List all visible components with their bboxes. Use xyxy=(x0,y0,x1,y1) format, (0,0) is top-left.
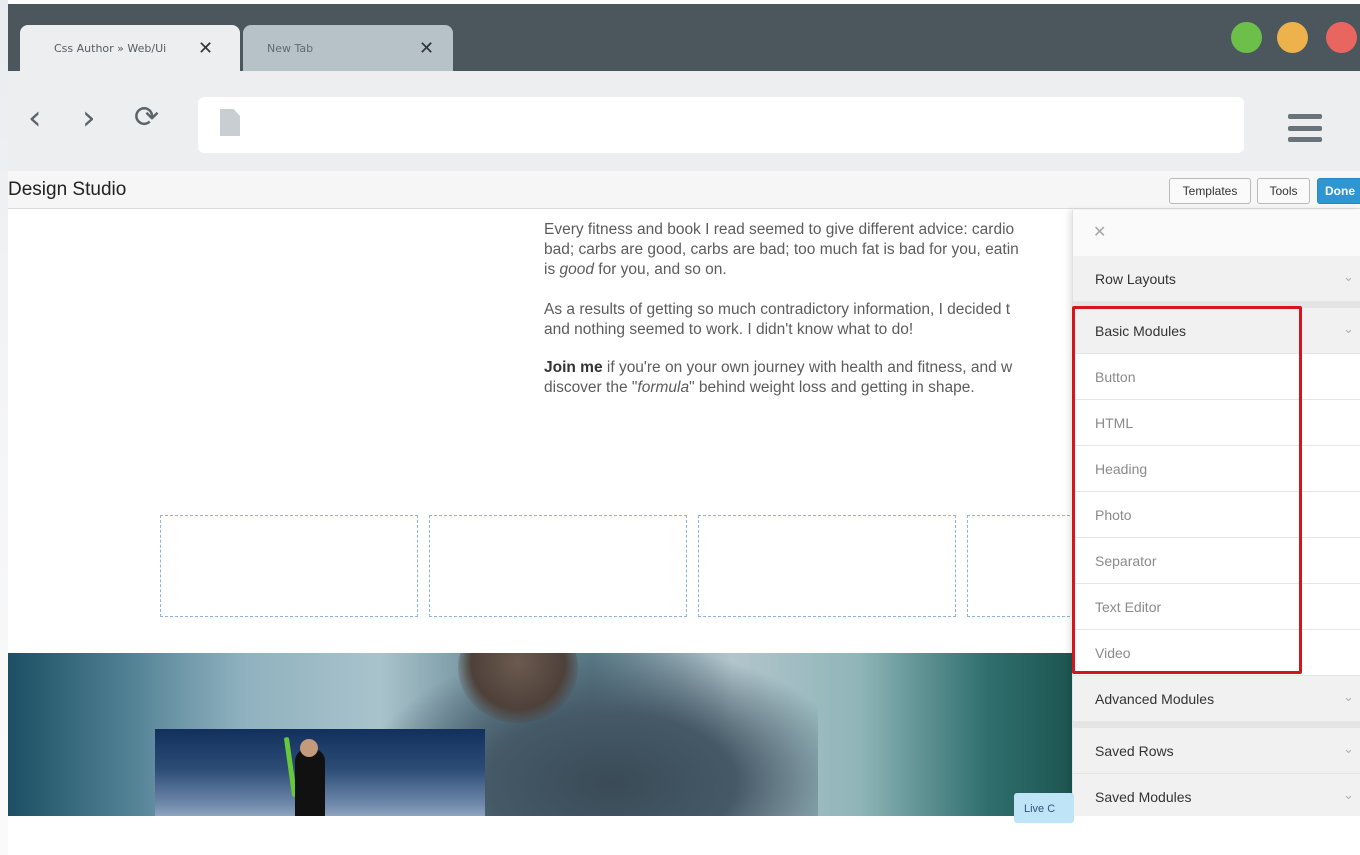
module-text-editor[interactable]: Text Editor xyxy=(1073,584,1360,630)
inset-photo xyxy=(155,729,485,816)
text-line: and nothing seemed to work. I didn't kno… xyxy=(544,321,914,338)
module-html[interactable]: HTML xyxy=(1073,400,1360,446)
templates-button[interactable]: Templates xyxy=(1169,178,1251,204)
back-icon[interactable]: ‹ xyxy=(28,98,42,138)
advanced-modules-header[interactable]: Advanced Modules ⌄ xyxy=(1073,676,1360,722)
row-layouts-header[interactable]: Row Layouts ⌄ xyxy=(1073,256,1360,302)
design-studio-bar: Design Studio Templates Tools Done xyxy=(8,171,1360,209)
close-window-button[interactable] xyxy=(1326,22,1357,53)
tab-css-author[interactable]: Css Author » Web/Ui ✕ xyxy=(20,25,240,71)
figure-head xyxy=(300,739,318,757)
paragraph: Every fitness and book I read seemed to … xyxy=(544,220,1072,280)
section-label: Row Layouts xyxy=(1095,271,1176,287)
module-label: Heading xyxy=(1095,461,1148,477)
menu-icon[interactable] xyxy=(1288,114,1322,142)
module-photo[interactable]: Photo xyxy=(1073,492,1360,538)
column-drop-zone[interactable] xyxy=(967,515,1072,617)
backdrop xyxy=(0,0,8,855)
module-label: Video xyxy=(1095,645,1131,661)
basic-modules-header[interactable]: Basic Modules ⌄ xyxy=(1073,308,1360,354)
title-bar: Css Author » Web/Ui ✕ New Tab ✕ xyxy=(8,4,1360,71)
chevron-down-icon: ⌄ xyxy=(1343,322,1354,337)
section-label: Advanced Modules xyxy=(1095,691,1215,707)
close-icon[interactable]: ✕ xyxy=(198,38,213,59)
module-label: Text Editor xyxy=(1095,599,1162,615)
chevron-down-icon: ⌄ xyxy=(1343,742,1354,757)
page-title: Design Studio xyxy=(8,179,127,200)
module-separator[interactable]: Separator xyxy=(1073,538,1360,584)
done-button[interactable]: Done xyxy=(1317,178,1360,204)
minimize-button[interactable] xyxy=(1277,22,1308,53)
text-line: As a results of getting so much contradi… xyxy=(544,301,1011,318)
address-bar[interactable] xyxy=(198,97,1244,153)
module-label: Separator xyxy=(1095,553,1157,569)
close-icon[interactable]: ✕ xyxy=(419,38,434,59)
browser-toolbar: ‹ › ⟳ xyxy=(8,71,1360,171)
forward-icon[interactable]: › xyxy=(82,98,96,138)
paragraph: As a results of getting so much contradi… xyxy=(544,300,1072,340)
paragraph: Join me if you're on your own journey wi… xyxy=(544,358,1072,398)
hero-photo xyxy=(8,653,1072,816)
text-line: is good for you, and so on. xyxy=(544,261,727,278)
saved-modules-header[interactable]: Saved Modules ⌄ xyxy=(1073,774,1360,816)
text-line: bad; carbs are good, carbs are bad; too … xyxy=(544,241,1019,258)
column-drop-zone[interactable] xyxy=(698,515,956,617)
close-icon[interactable]: ✕ xyxy=(1093,222,1106,241)
maximize-button[interactable] xyxy=(1231,22,1262,53)
modules-panel: ✕ Row Layouts ⌄ Basic Modules ⌄ Button H… xyxy=(1072,210,1360,816)
saved-rows-header[interactable]: Saved Rows ⌄ xyxy=(1073,728,1360,774)
module-heading[interactable]: Heading xyxy=(1073,446,1360,492)
module-label: Button xyxy=(1095,369,1136,385)
text-line: discover the "formula" behind weight los… xyxy=(544,379,975,396)
section-label: Basic Modules xyxy=(1095,323,1187,339)
chevron-down-icon: ⌄ xyxy=(1343,270,1354,285)
text-line: Join me if you're on your own journey wi… xyxy=(544,359,1013,376)
live-chat-button[interactable]: Live C xyxy=(1014,793,1074,823)
chevron-down-icon: ⌄ xyxy=(1343,788,1354,803)
section-label: Saved Modules xyxy=(1095,789,1192,805)
module-label: Photo xyxy=(1095,507,1132,523)
page-content: Every fitness and book I read seemed to … xyxy=(8,210,1072,816)
figure-body xyxy=(295,749,325,816)
section-label: Saved Rows xyxy=(1095,743,1174,759)
module-button[interactable]: Button xyxy=(1073,354,1360,400)
tab-new-tab[interactable]: New Tab ✕ xyxy=(243,25,453,71)
column-drop-zone[interactable] xyxy=(160,515,418,617)
module-label: HTML xyxy=(1095,415,1134,431)
module-video[interactable]: Video xyxy=(1073,630,1360,676)
page-icon xyxy=(220,109,240,136)
tab-title: New Tab xyxy=(267,41,314,55)
reload-icon[interactable]: ⟳ xyxy=(134,98,159,138)
tab-title: Css Author » Web/Ui xyxy=(54,41,167,55)
browser-window: Css Author » Web/Ui ✕ New Tab ✕ ‹ › ⟳ De… xyxy=(8,4,1360,816)
chevron-down-icon: ⌄ xyxy=(1343,690,1354,705)
column-drop-zone[interactable] xyxy=(429,515,687,617)
tools-button[interactable]: Tools xyxy=(1257,178,1310,204)
text-line: Every fitness and book I read seemed to … xyxy=(544,221,1015,238)
